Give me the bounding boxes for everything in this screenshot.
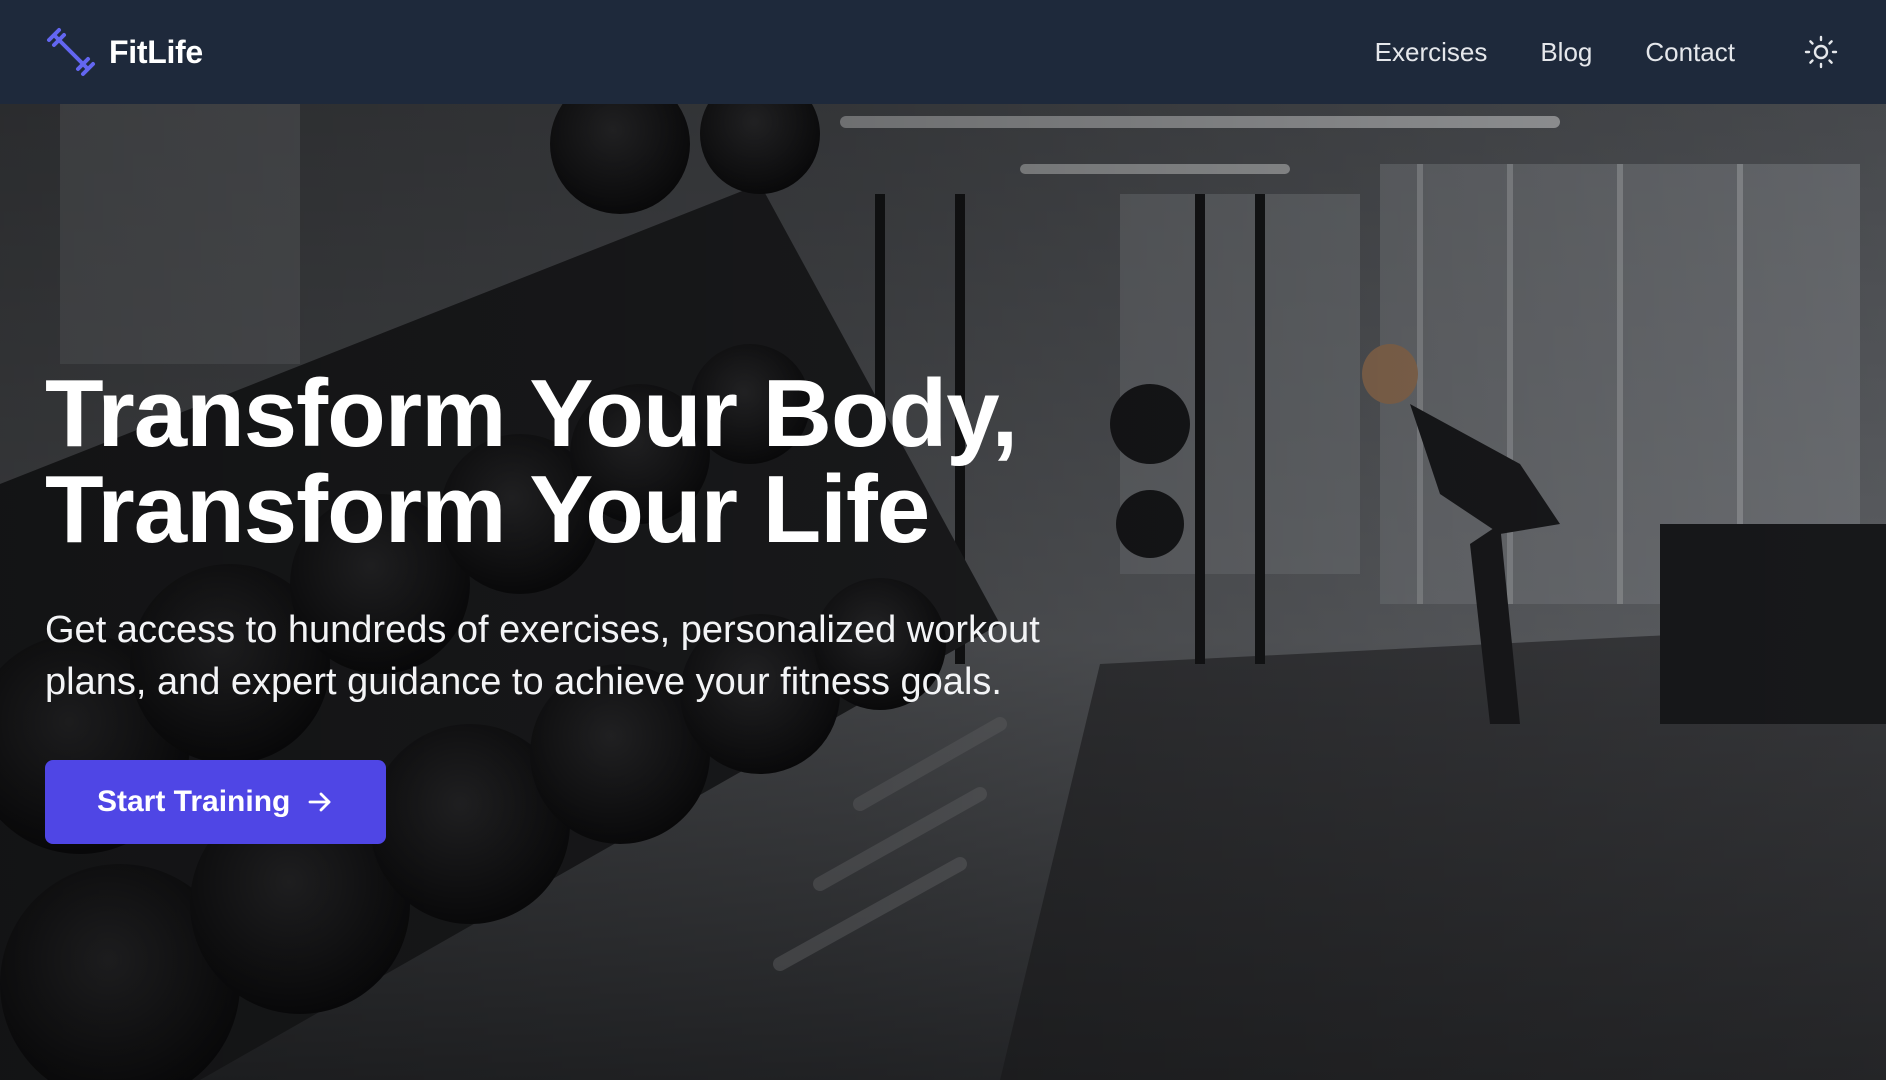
dumbbell-icon [45,26,97,78]
hero-title-line-2: Transform Your Life [45,456,930,563]
nav-link-exercises[interactable]: Exercises [1375,37,1488,68]
hero-content: Transform Your Body, Transform Your Life… [45,366,1145,844]
arrow-right-icon [306,788,334,816]
nav-link-contact[interactable]: Contact [1645,37,1735,68]
nav-links: Exercises Blog Contact [1322,32,1841,72]
nav-link-blog[interactable]: Blog [1540,37,1592,68]
theme-toggle-button[interactable] [1801,32,1841,72]
start-training-button[interactable]: Start Training [45,760,387,844]
hero-subtitle: Get access to hundreds of exercises, per… [45,609,1040,703]
brand-name: FitLife [109,33,203,70]
top-navbar: FitLife Exercises Blog Contact [0,0,1886,104]
brand-logo-link[interactable]: FitLife [45,26,203,78]
hero-title: Transform Your Body, Transform Your Life [45,366,1145,558]
hero-title-line-1: Transform Your Body, [45,360,1018,467]
start-training-label: Start Training [97,785,291,818]
hero-section: Transform Your Body, Transform Your Life… [0,104,1886,1080]
sun-icon [1804,35,1838,69]
